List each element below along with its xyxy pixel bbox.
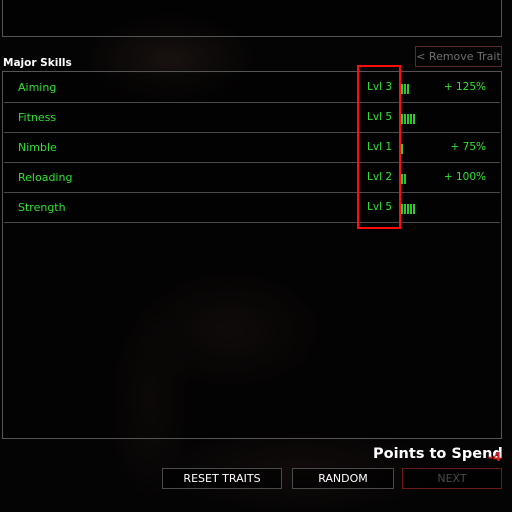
- skill-row: Fitness Lvl 5: [4, 103, 500, 133]
- skill-level-bar: [401, 84, 409, 94]
- level-pip: [404, 174, 406, 184]
- level-pip: [401, 144, 403, 154]
- skill-row: Strength Lvl 5: [4, 193, 500, 223]
- level-pip: [404, 114, 406, 124]
- level-pip: [401, 114, 403, 124]
- level-pip: [410, 114, 412, 124]
- level-pip: [401, 174, 403, 184]
- skill-level-bar: [401, 174, 406, 184]
- level-pip: [404, 84, 406, 94]
- level-pip: [413, 114, 415, 124]
- skill-level-bar: [401, 204, 415, 214]
- skill-row: Reloading Lvl 2 + 100%: [4, 163, 500, 193]
- skill-name: Reloading: [18, 171, 73, 184]
- skill-name: Fitness: [18, 111, 57, 124]
- skill-xp-boost: + 125%: [443, 81, 486, 93]
- points-to-spend-label: Points to Spend: [373, 446, 503, 462]
- level-pip: [407, 84, 409, 94]
- level-pip: [401, 204, 403, 214]
- reset-traits-button[interactable]: RESET TRAITS: [162, 468, 282, 489]
- skill-level-bar: [401, 114, 415, 124]
- points-to-spend-value: -4: [488, 450, 502, 464]
- level-pip: [410, 204, 412, 214]
- skill-name: Strength: [18, 201, 66, 214]
- next-button[interactable]: NEXT: [402, 468, 502, 489]
- level-pip: [404, 204, 406, 214]
- skill-level-bar: [401, 144, 403, 154]
- level-pip: [413, 204, 415, 214]
- skill-xp-boost: + 100%: [443, 171, 486, 183]
- level-pip: [407, 204, 409, 214]
- character-creation-screen: < Remove Trait Major Skills Aiming Lvl 3 +…: [0, 0, 512, 512]
- level-pip: [401, 84, 403, 94]
- skill-name: Nimble: [18, 141, 57, 154]
- random-button[interactable]: RANDOM: [292, 468, 394, 489]
- level-pip: [407, 114, 409, 124]
- remove-trait-button[interactable]: < Remove Trait: [415, 46, 502, 67]
- skill-row: Aiming Lvl 3 + 125%: [4, 73, 500, 103]
- skill-xp-boost: + 75%: [450, 141, 486, 153]
- traits-list-panel: [2, 0, 502, 37]
- major-skills-heading: Major Skills: [3, 57, 72, 69]
- skill-row: Nimble Lvl 1 + 75%: [4, 133, 500, 163]
- skill-name: Aiming: [18, 81, 57, 94]
- level-column-highlight: [357, 65, 401, 229]
